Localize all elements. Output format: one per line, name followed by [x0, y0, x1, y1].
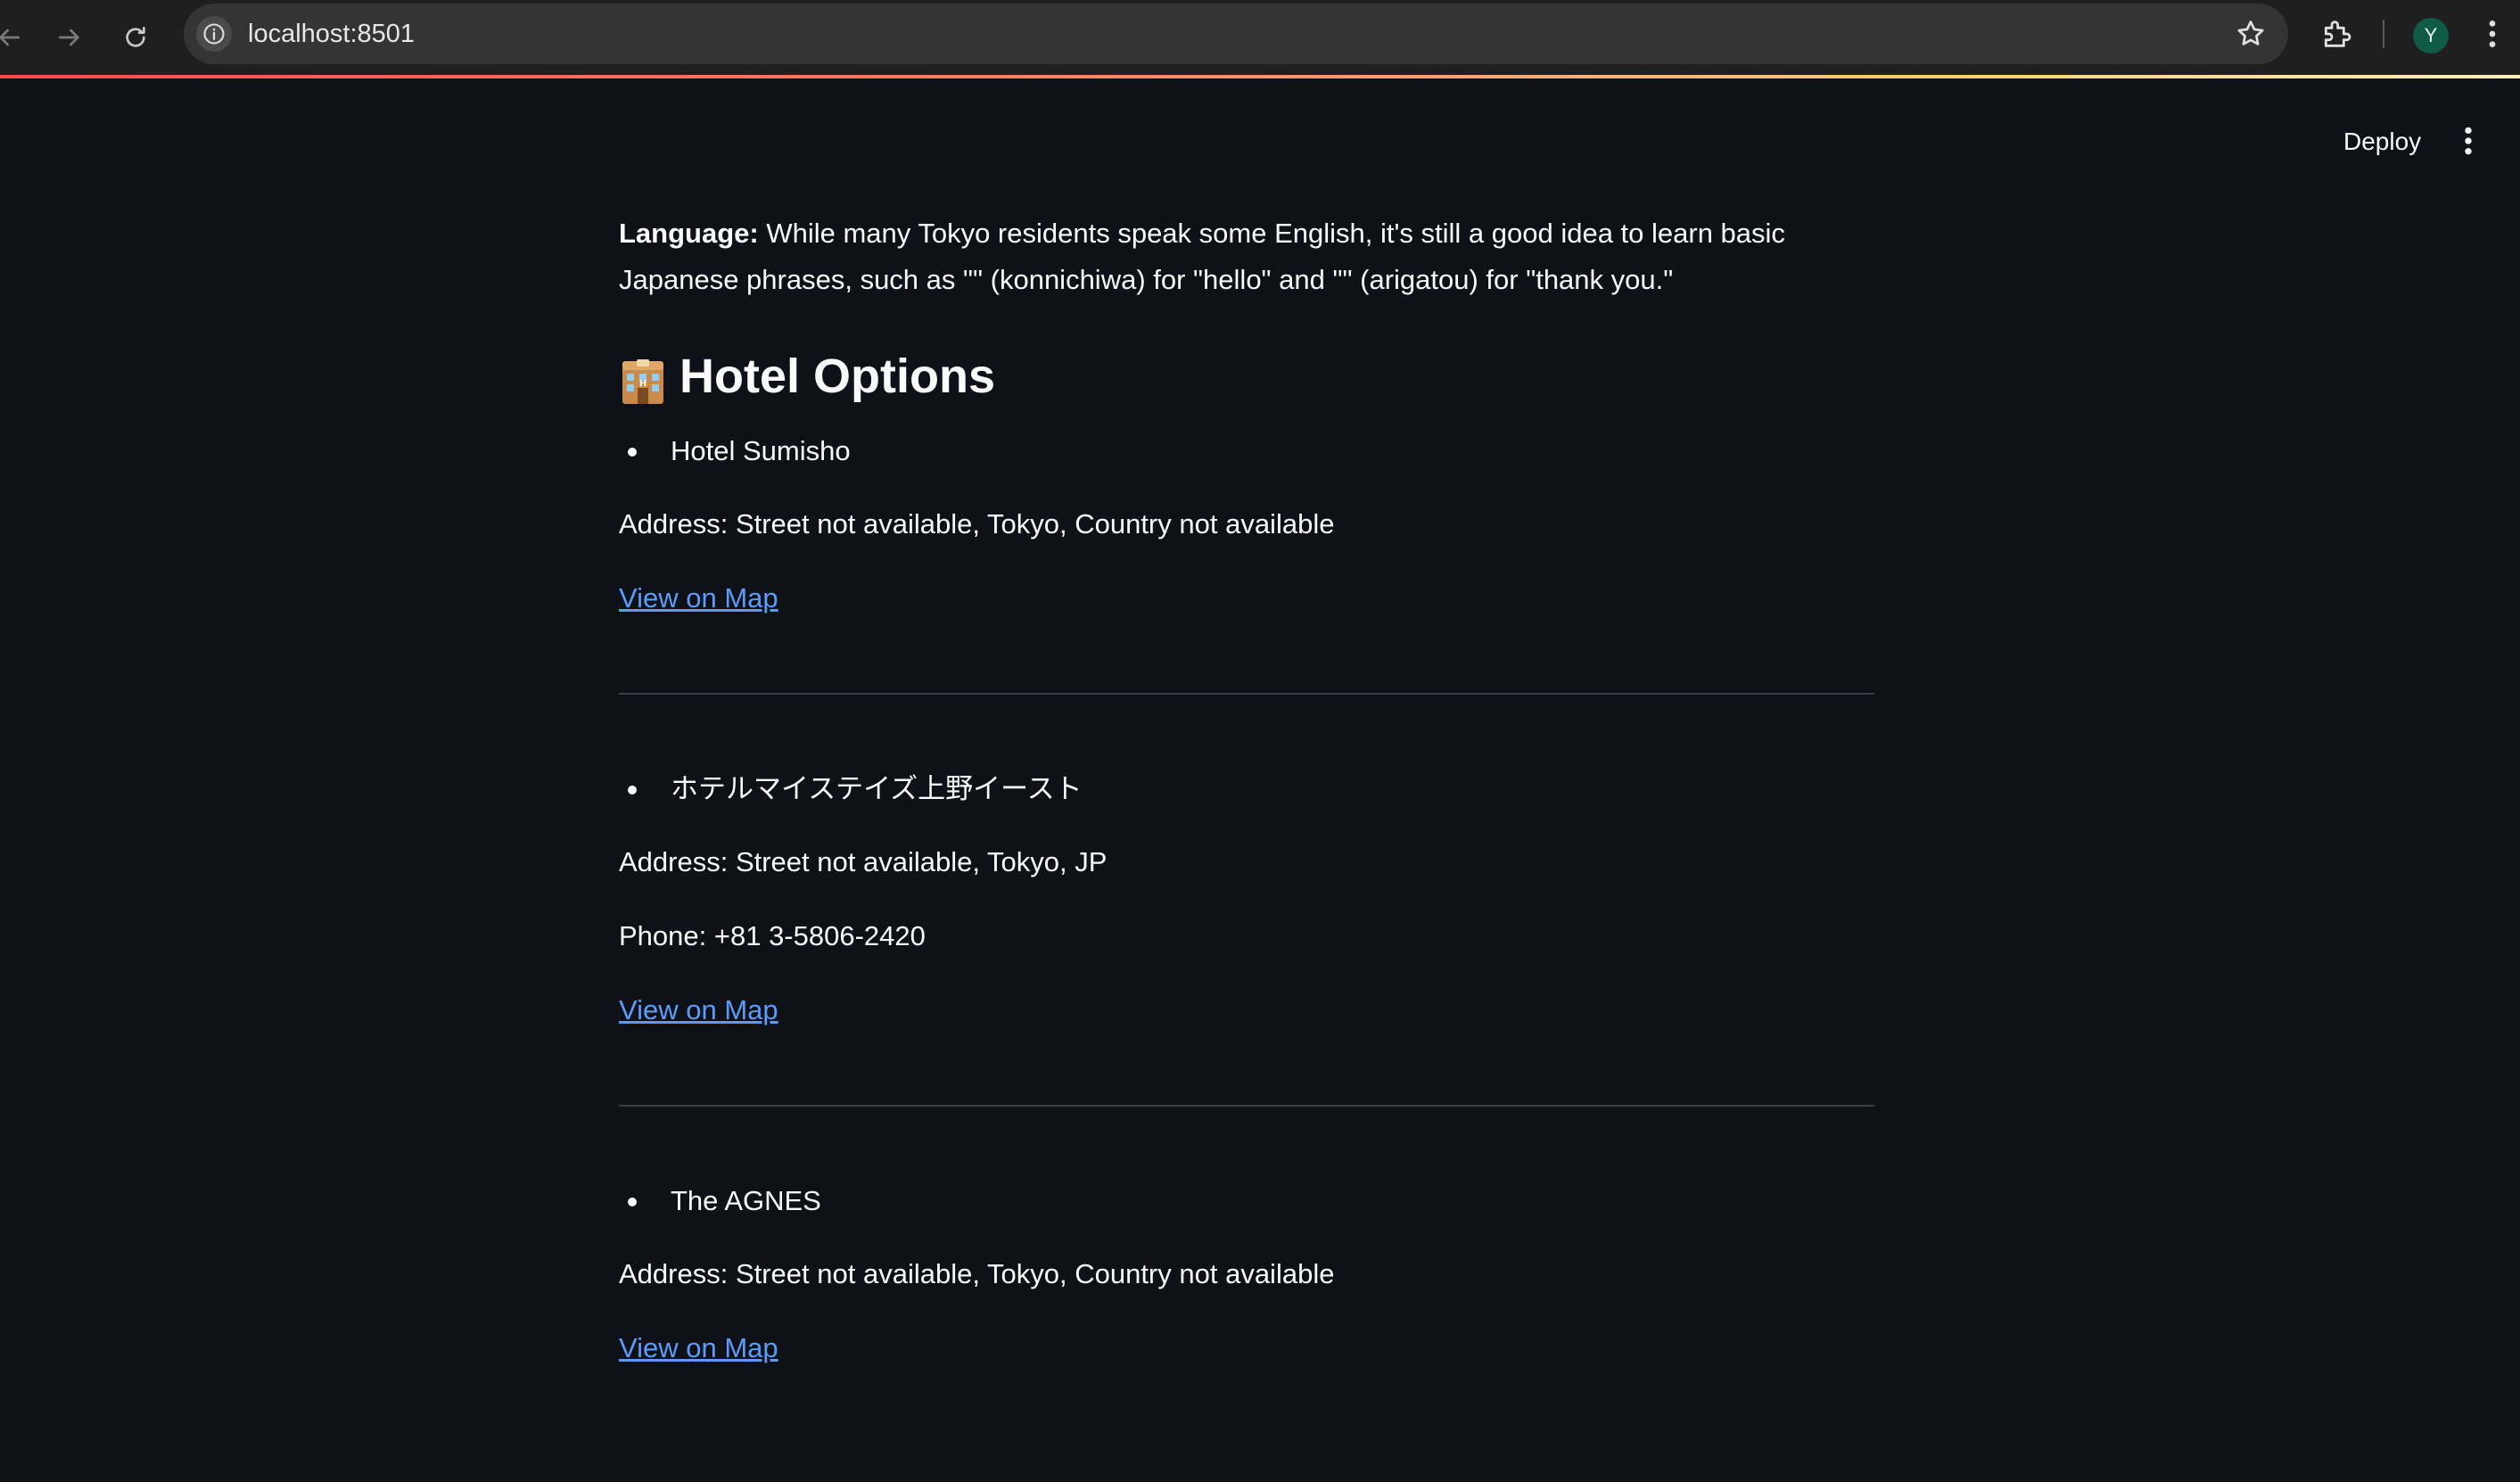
deploy-button[interactable]: Deploy: [2329, 119, 2435, 164]
reload-icon: [126, 27, 145, 47]
hotel-name: ホテルマイステイズ上野イースト: [619, 766, 1874, 812]
hotel-card: ホテルマイステイズ上野イースト Address: Street not avai…: [619, 766, 1874, 1033]
hotel-card: The AGNES Address: Street not available,…: [619, 1178, 1874, 1371]
bookmark-star-icon[interactable]: [2235, 18, 2267, 50]
back-arrow-icon: [0, 29, 20, 46]
browser-menu-icon[interactable]: [2479, 16, 2506, 52]
section-title: Hotel Options: [679, 350, 995, 403]
back-button[interactable]: [0, 16, 30, 59]
hotel-address: Address: Street not available, Tokyo, JP: [619, 846, 1108, 877]
app-menu-icon[interactable]: [2454, 123, 2483, 159]
divider: [619, 693, 1874, 695]
language-tip: Language: While many Tokyo residents spe…: [619, 210, 1874, 303]
view-on-map-link[interactable]: View on Map: [619, 994, 778, 1025]
language-label: Language:: [619, 218, 759, 249]
address-bar[interactable]: localhost:8501: [184, 4, 2288, 64]
forward-button[interactable]: [48, 16, 91, 59]
streamlit-decoration-bar: [0, 75, 2520, 78]
toolbar-separator: [2383, 20, 2384, 48]
hotel-address: Address: Street not available, Tokyo, Co…: [619, 508, 1335, 539]
hotel-icon: H: [619, 352, 667, 404]
profile-avatar[interactable]: Y: [2413, 18, 2449, 54]
language-text: While many Tokyo residents speak some En…: [619, 218, 1785, 295]
hotel-phone: Phone: +81 3-5806-2420: [619, 920, 926, 951]
forward-arrow-icon: [59, 29, 79, 46]
hotel-name: The AGNES: [619, 1178, 1874, 1224]
section-heading: H Hotel Options: [619, 339, 1874, 414]
hotel-name: Hotel Sumisho: [619, 428, 1874, 474]
view-on-map-link[interactable]: View on Map: [619, 1332, 778, 1363]
view-on-map-link[interactable]: View on Map: [619, 582, 778, 613]
browser-toolbar: localhost:8501 Y: [0, 0, 2520, 75]
extensions-puzzle-icon[interactable]: [2318, 16, 2354, 52]
hotel-address: Address: Street not available, Tokyo, Co…: [619, 1258, 1335, 1289]
svg-text:H: H: [639, 379, 646, 389]
main-content: Language: While many Tokyo residents spe…: [619, 210, 1874, 1399]
divider: [619, 1105, 1874, 1107]
hotel-card: Hotel Sumisho Address: Street not availa…: [619, 428, 1874, 622]
url-text[interactable]: localhost:8501: [248, 4, 415, 64]
site-info-icon[interactable]: [196, 16, 232, 52]
reload-button[interactable]: [114, 16, 157, 59]
